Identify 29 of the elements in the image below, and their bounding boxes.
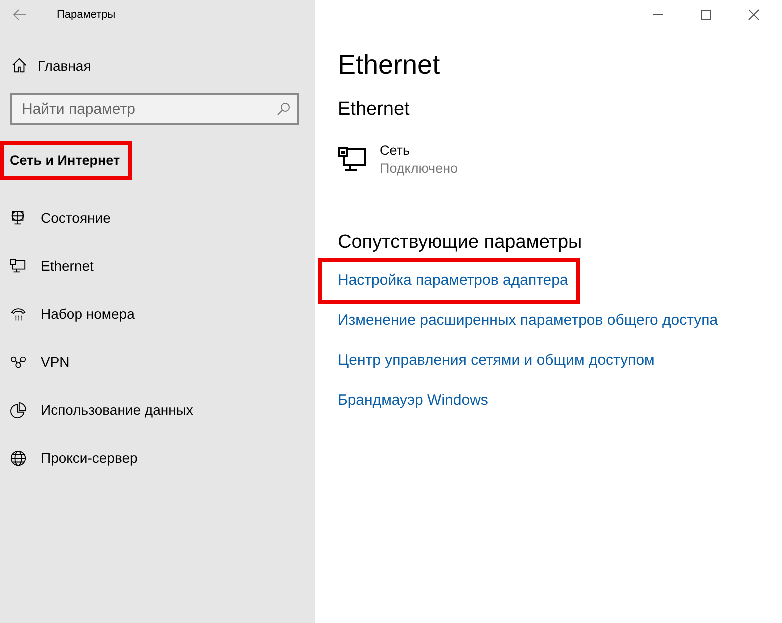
settings-link[interactable]: Изменение расширенных параметров общего доступа (338, 300, 718, 340)
page-title: Ethernet (338, 50, 440, 81)
connection-status: Подключено (380, 161, 458, 176)
back-arrow-icon[interactable] (13, 9, 27, 21)
nav-item[interactable]: Набор номера (0, 290, 141, 338)
close-icon[interactable] (748, 9, 760, 21)
nav-item[interactable]: Прокси-сервер (0, 434, 144, 482)
category-heading: Сеть и Интернет (0, 141, 132, 180)
section-heading: Сопутствующие параметры (338, 232, 582, 254)
nav-item[interactable]: Использование данных (0, 386, 200, 434)
monitor-icon (10, 258, 27, 274)
pie-chart-icon (10, 402, 27, 418)
nav-item[interactable]: Состояние (0, 194, 117, 242)
settings-link[interactable]: Настройка параметров адаптера (338, 260, 568, 300)
search-field[interactable]: Найти параметр (10, 93, 299, 125)
nav-item[interactable]: VPN (0, 338, 76, 386)
globe-monitor-icon (10, 210, 27, 226)
settings-link[interactable]: Центр управления сетями и общим доступом (338, 340, 655, 380)
phone-icon (10, 306, 27, 322)
maximize-icon[interactable] (700, 9, 712, 21)
nav-item[interactable]: Ethernet (0, 242, 100, 290)
home-icon (11, 57, 28, 74)
globe-icon (10, 450, 27, 466)
search-icon (277, 102, 291, 116)
settings-link[interactable]: Брандмауэр Windows (338, 380, 488, 420)
window-title: Параметры (57, 9, 116, 21)
network-name: Сеть (380, 143, 410, 158)
home-link[interactable]: Главная (11, 57, 92, 74)
section-title: Ethernet (338, 99, 410, 121)
